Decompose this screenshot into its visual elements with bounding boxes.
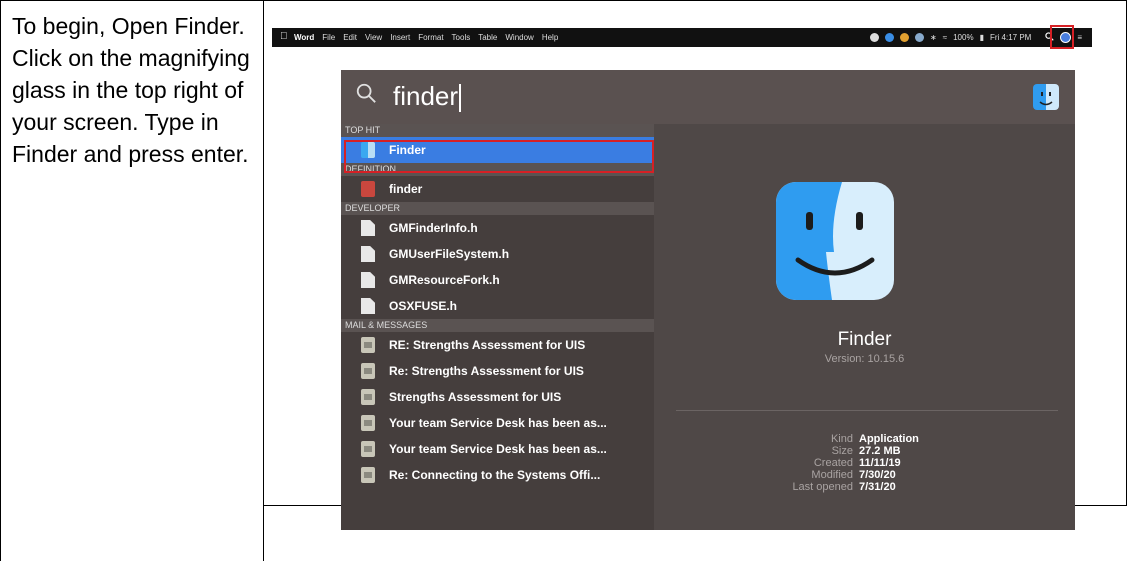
sync-icon[interactable] [885, 33, 895, 42]
wifi-icon[interactable]: ≈ [943, 33, 947, 42]
result-label: Your team Service Desk has been as... [389, 442, 607, 456]
spotlight-query-input[interactable]: finder [393, 79, 462, 113]
section-header-developer: DEVELOPER [341, 202, 654, 215]
spotlight-window: finder TOP HIT Finder DEFINITION finder … [341, 70, 1075, 530]
meta-value: 11/11/19 [859, 457, 901, 469]
table-border-top [0, 0, 1127, 1]
preview-app-name: Finder [837, 329, 892, 350]
magnifying-glass-icon [356, 83, 376, 103]
instruction-text: To begin, Open Finder. Click on the magn… [12, 13, 250, 167]
result-mail-2[interactable]: Re: Strengths Assessment for UIS [341, 358, 654, 384]
meta-row-created: Created 11/11/19 [654, 457, 1075, 469]
clock[interactable]: Fri 4:17 PM [990, 33, 1031, 42]
finder-app-icon [776, 182, 894, 300]
meta-key: Kind [830, 433, 853, 445]
apple-icon[interactable]:  [280, 32, 288, 42]
meta-value: 7/31/20 [859, 481, 896, 493]
menu-window[interactable]: Window [505, 33, 533, 42]
preview-version: Version: 10.15.6 [824, 353, 905, 365]
menu-format[interactable]: Format [418, 33, 443, 42]
table-column-divider [263, 0, 264, 561]
mail-icon [361, 363, 375, 379]
result-label: GMFinderInfo.h [389, 221, 478, 235]
preview-metadata: Kind Application Size 27.2 MB Created 11/11… [654, 433, 1075, 493]
meta-row-last-opened: Last opened 7/31/20 [654, 481, 1075, 493]
meta-key: Created [813, 457, 853, 469]
result-label: Re: Strengths Assessment for UIS [389, 364, 584, 378]
section-header-mail-messages: MAIL & MESSAGES [341, 319, 654, 332]
meta-value: 7/30/20 [859, 469, 896, 481]
mail-icon [361, 389, 375, 405]
document-icon [361, 298, 375, 314]
dictionary-icon [361, 181, 375, 197]
meta-value: 27.2 MB [859, 445, 901, 457]
result-label: finder [389, 182, 423, 196]
mail-icon [361, 337, 375, 353]
battery-icon[interactable]: ▮ [980, 33, 984, 42]
meta-row-modified: Modified 7/30/20 [654, 469, 1075, 481]
spotlight-preview-pane: Finder Version: 10.15.6 Kind Application … [654, 124, 1075, 530]
result-gmfinderinfo[interactable]: GMFinderInfo.h [341, 215, 654, 241]
result-mail-4[interactable]: Your team Service Desk has been as... [341, 410, 654, 436]
result-gmresourcefork[interactable]: GMResourceFork.h [341, 267, 654, 293]
meta-row-size: Size 27.2 MB [654, 445, 1075, 457]
battery-level: 100% [953, 33, 974, 42]
result-label: GMUserFileSystem.h [389, 247, 510, 261]
text-caret [459, 84, 462, 113]
section-header-top-hit: TOP HIT [341, 124, 654, 137]
document-icon [361, 246, 375, 262]
menu-view[interactable]: View [365, 33, 382, 42]
menu-app-word[interactable]: Word [294, 33, 314, 42]
result-mail-3[interactable]: Strengths Assessment for UIS [341, 384, 654, 410]
meta-row-kind: Kind Application [654, 433, 1075, 445]
result-osxfuse[interactable]: OSXFUSE.h [341, 293, 654, 319]
mail-icon [361, 467, 375, 483]
finder-result-highlight-box [344, 140, 654, 173]
menu-file[interactable]: File [322, 33, 335, 42]
meta-value: Application [859, 433, 919, 445]
result-mail-5[interactable]: Your team Service Desk has been as... [341, 436, 654, 462]
result-label: Your team Service Desk has been as... [389, 416, 607, 430]
spotlight-search-bar[interactable]: finder [341, 70, 1075, 124]
spotlight-highlight-box [1050, 25, 1074, 49]
result-label: Strengths Assessment for UIS [389, 390, 562, 404]
meta-key: Size [831, 445, 853, 457]
menu-tools[interactable]: Tools [452, 33, 471, 42]
menu-help[interactable]: Help [542, 33, 558, 42]
document-icon [361, 220, 375, 236]
result-definition-finder[interactable]: finder [341, 176, 654, 202]
menubar-menus: Word File Edit View Insert Format Tools … [294, 28, 558, 47]
cloud-icon[interactable] [870, 33, 880, 42]
spotlight-query-text: finder [393, 81, 459, 111]
spotlight-results-list: TOP HIT Finder DEFINITION finder DEVELOP… [341, 124, 654, 530]
result-mail-1[interactable]: RE: Strengths Assessment for UIS [341, 332, 654, 358]
bluetooth-icon[interactable]: ∗ [930, 33, 937, 42]
preview-divider [676, 410, 1058, 411]
result-label: GMResourceFork.h [389, 273, 500, 287]
notification-center-icon[interactable]: ≡ [1077, 33, 1082, 42]
menu-table[interactable]: Table [478, 33, 497, 42]
result-label: RE: Strengths Assessment for UIS [389, 338, 586, 352]
table-border-left [0, 0, 1, 561]
document-icon [361, 272, 375, 288]
mail-icon [361, 415, 375, 431]
result-gmuserfilesystem[interactable]: GMUserFileSystem.h [341, 241, 654, 267]
mac-menubar:  Word File Edit View Insert Format Tool… [272, 28, 1092, 47]
finder-icon [1033, 84, 1059, 110]
meta-key: Last opened [792, 481, 853, 493]
result-label: Re: Connecting to the Systems Offi... [389, 468, 601, 482]
result-label: OSXFUSE.h [389, 299, 458, 313]
app-status-icon[interactable] [900, 33, 910, 42]
menu-edit[interactable]: Edit [343, 33, 357, 42]
mail-icon [361, 441, 375, 457]
finder-status-icon[interactable] [915, 33, 925, 42]
result-mail-6[interactable]: Re: Connecting to the Systems Offi... [341, 462, 654, 488]
meta-key: Modified [811, 469, 853, 481]
menu-insert[interactable]: Insert [390, 33, 410, 42]
